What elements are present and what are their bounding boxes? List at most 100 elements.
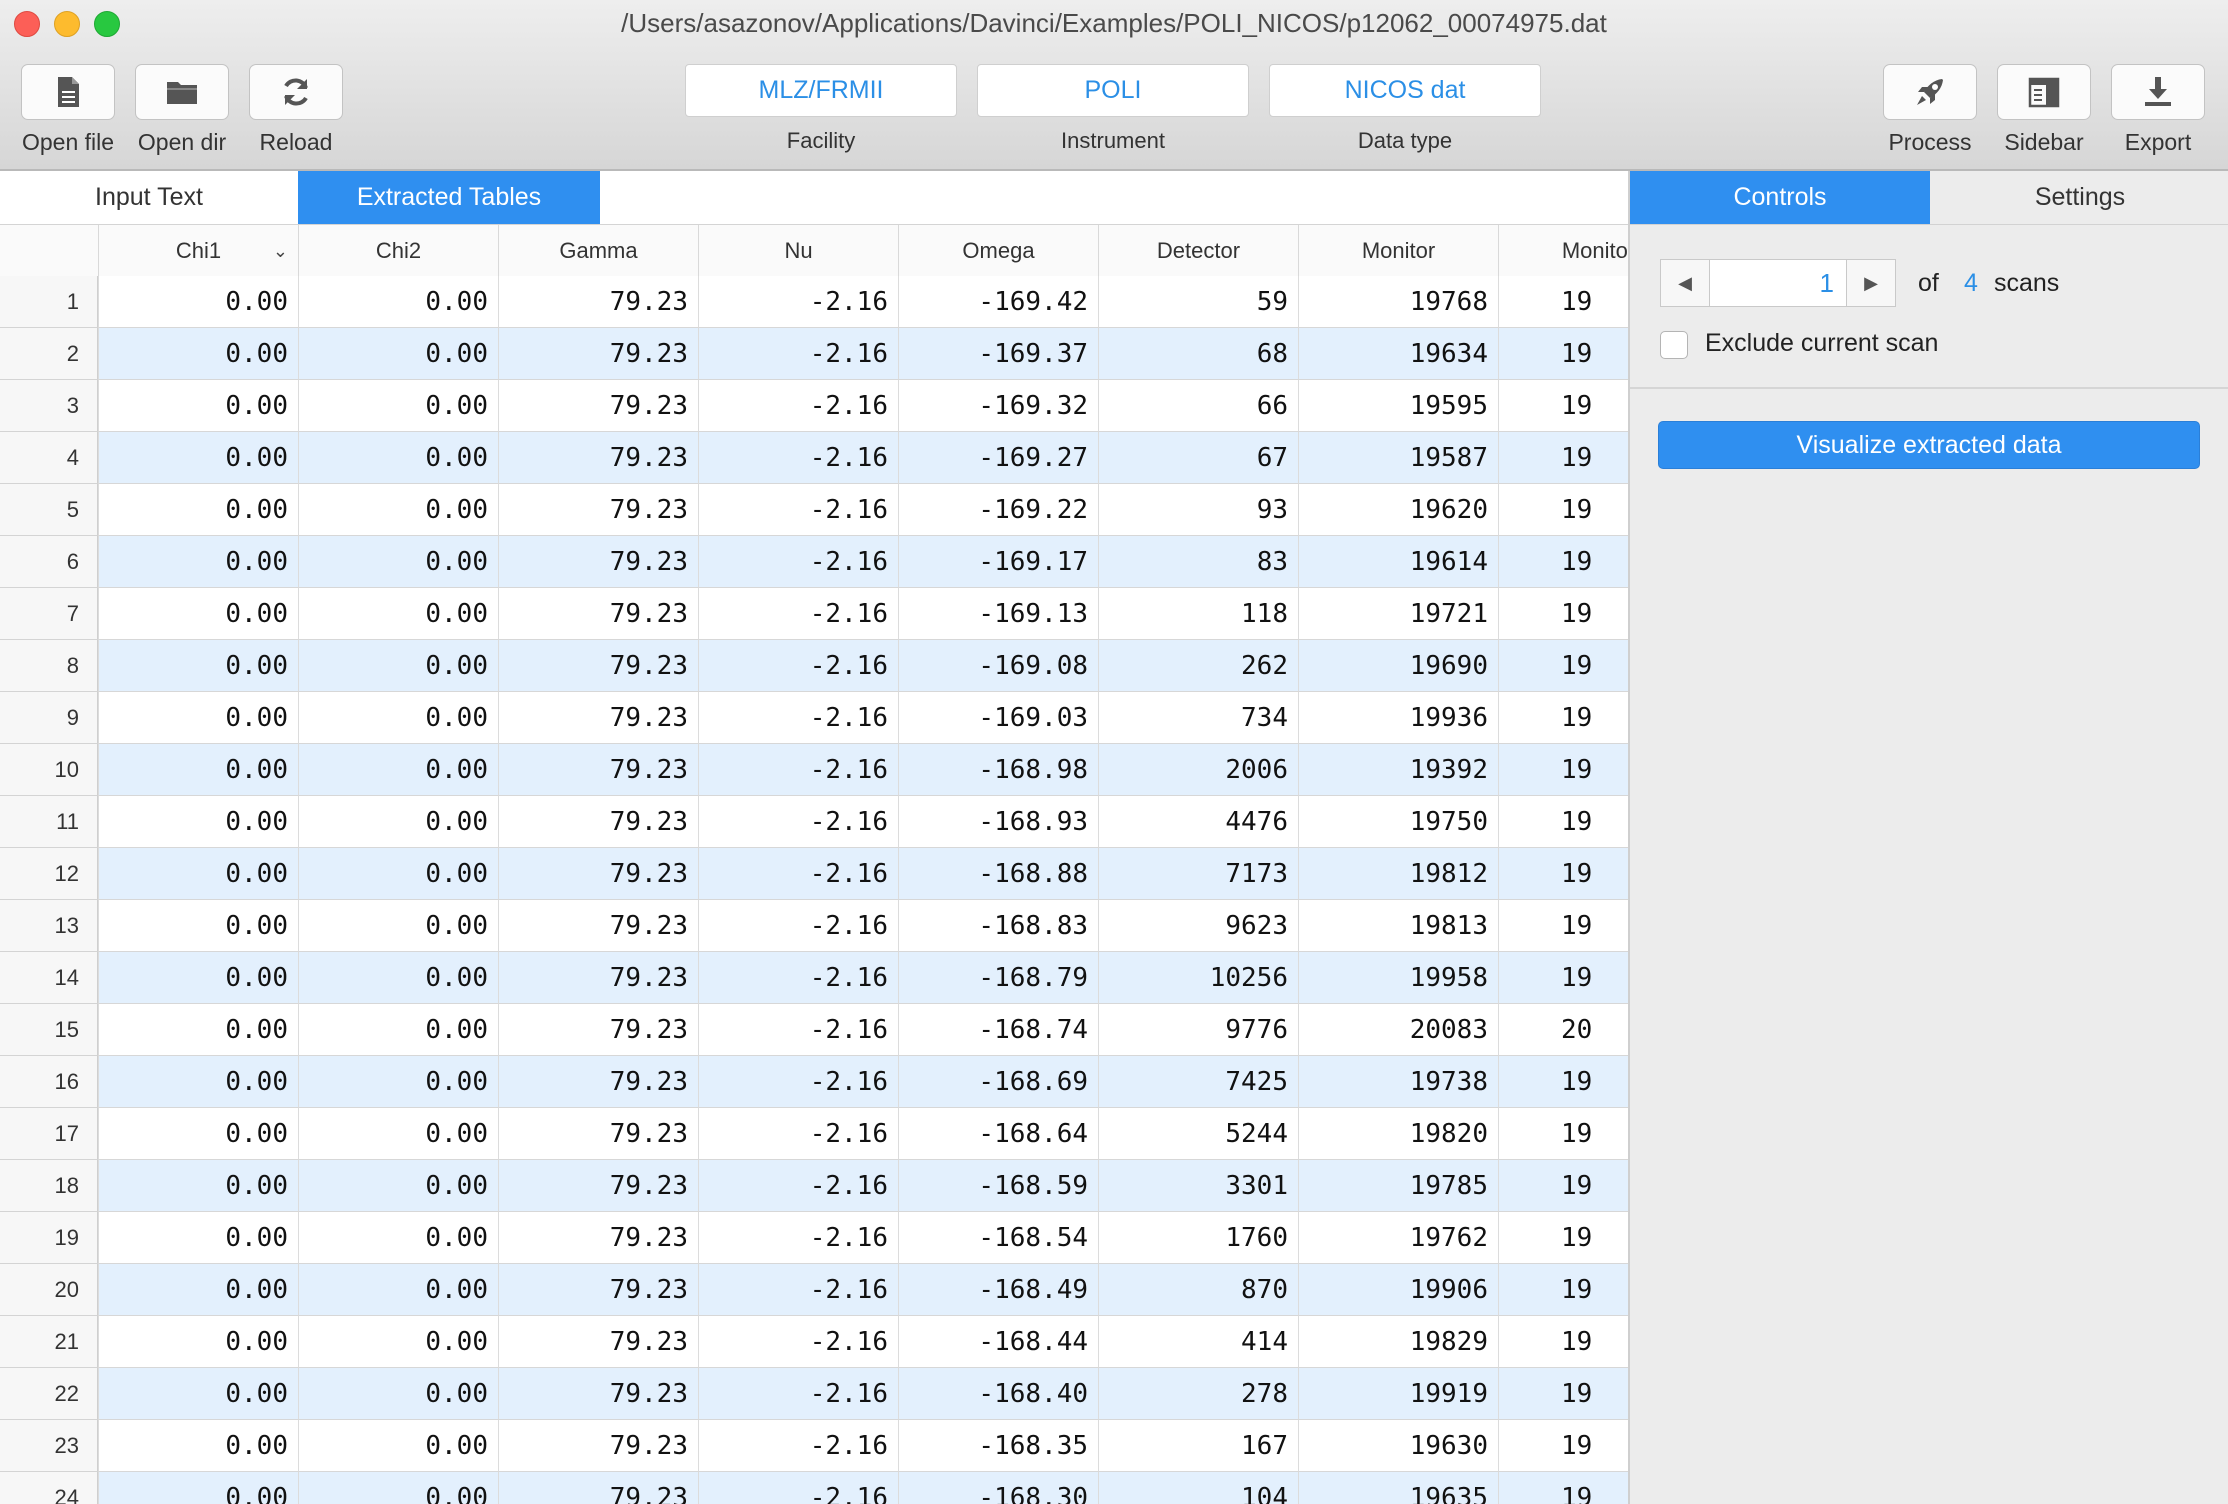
table-cell[interactable]: -168.49: [898, 1264, 1098, 1316]
table-cell[interactable]: 1760: [1098, 1212, 1298, 1264]
previous-scan-button[interactable]: ◀: [1660, 259, 1710, 307]
table-cell[interactable]: -169.08: [898, 640, 1098, 692]
table-row[interactable]: 24 0.00 0.00 79.23 -2.16 -168.30 104 19635 19: [0, 1472, 1628, 1504]
tab-input-text[interactable]: Input Text: [0, 171, 298, 224]
table-cell[interactable]: -2.16: [698, 744, 898, 796]
table-cell[interactable]: 19392: [1298, 744, 1498, 796]
table-cell[interactable]: 0.00: [298, 1264, 498, 1316]
datatype-button[interactable]: NICOS dat: [1269, 64, 1541, 117]
table-cell[interactable]: -2.16: [698, 1212, 898, 1264]
table-cell[interactable]: 19620: [1298, 484, 1498, 536]
table-row[interactable]: 14 0.00 0.00 79.23 -2.16 -168.79 10256 19958 19: [0, 952, 1628, 1004]
table-cell[interactable]: 104: [1098, 1472, 1298, 1504]
column-header[interactable]: Omega: [898, 225, 1098, 277]
table-cell[interactable]: -168.98: [898, 744, 1098, 796]
table-cell[interactable]: 2006: [1098, 744, 1298, 796]
table-cell[interactable]: -2.16: [698, 848, 898, 900]
table-cell[interactable]: -2.16: [698, 1420, 898, 1472]
process-button-face[interactable]: [1883, 64, 1977, 120]
table-cell[interactable]: 19690: [1298, 640, 1498, 692]
table-cell[interactable]: 0.00: [98, 536, 298, 588]
table-row[interactable]: 17 0.00 0.00 79.23 -2.16 -168.64 5244 19820 19: [0, 1108, 1628, 1160]
table-cell[interactable]: -2.16: [698, 1004, 898, 1056]
table-cell[interactable]: 0.00: [298, 1316, 498, 1368]
table-cell[interactable]: 20: [1498, 1004, 1628, 1056]
table-cell[interactable]: 19785: [1298, 1160, 1498, 1212]
table-cell[interactable]: -2.16: [698, 796, 898, 848]
table-cell[interactable]: 0.00: [298, 588, 498, 640]
table-cell[interactable]: -168.35: [898, 1420, 1098, 1472]
table-cell[interactable]: 79.23: [498, 1108, 698, 1160]
table-cell[interactable]: -2.16: [698, 952, 898, 1004]
sidebar-button[interactable]: Sidebar: [1996, 64, 2092, 156]
table-row[interactable]: 13 0.00 0.00 79.23 -2.16 -168.83 9623 19813 19: [0, 900, 1628, 952]
table-cell[interactable]: 0.00: [98, 484, 298, 536]
process-button[interactable]: Process: [1882, 64, 1978, 156]
table-cell[interactable]: 19634: [1298, 328, 1498, 380]
table-cell[interactable]: 19738: [1298, 1056, 1498, 1108]
tab-extracted-tables[interactable]: Extracted Tables: [298, 171, 600, 224]
table-cell[interactable]: -2.16: [698, 484, 898, 536]
table-cell[interactable]: 0.00: [298, 1472, 498, 1504]
table-row[interactable]: 22 0.00 0.00 79.23 -2.16 -168.40 278 19919 19: [0, 1368, 1628, 1420]
table-cell[interactable]: 870: [1098, 1264, 1298, 1316]
table-cell[interactable]: 19: [1498, 432, 1628, 484]
table-row[interactable]: 4 0.00 0.00 79.23 -2.16 -169.27 67 19587 19: [0, 432, 1628, 484]
table-row[interactable]: 5 0.00 0.00 79.23 -2.16 -169.22 93 19620 19: [0, 484, 1628, 536]
open-file-button[interactable]: Open file: [20, 64, 116, 156]
table-cell[interactable]: 9623: [1098, 900, 1298, 952]
table-cell[interactable]: 0.00: [298, 328, 498, 380]
table-cell[interactable]: 79.23: [498, 1420, 698, 1472]
reload-button[interactable]: Reload: [248, 64, 344, 156]
reload-button-face[interactable]: [249, 64, 343, 120]
table-cell[interactable]: 0.00: [298, 1420, 498, 1472]
table-cell[interactable]: 0.00: [98, 1264, 298, 1316]
table-row[interactable]: 11 0.00 0.00 79.23 -2.16 -168.93 4476 19750 19: [0, 796, 1628, 848]
table-cell[interactable]: -2.16: [698, 1160, 898, 1212]
visualize-button[interactable]: Visualize extracted data: [1658, 421, 2200, 469]
column-header[interactable]: Monitor: [1298, 225, 1498, 277]
table-cell[interactable]: 79.23: [498, 952, 698, 1004]
table-cell[interactable]: 19: [1498, 640, 1628, 692]
table-cell[interactable]: 7173: [1098, 848, 1298, 900]
table-cell[interactable]: -2.16: [698, 328, 898, 380]
export-button-face[interactable]: [2111, 64, 2205, 120]
table-cell[interactable]: 0.00: [298, 848, 498, 900]
table-cell[interactable]: -168.64: [898, 1108, 1098, 1160]
table-cell[interactable]: 19: [1498, 276, 1628, 328]
table-cell[interactable]: -169.03: [898, 692, 1098, 744]
table-cell[interactable]: 19813: [1298, 900, 1498, 952]
table-cell[interactable]: 19614: [1298, 536, 1498, 588]
table-row[interactable]: 15 0.00 0.00 79.23 -2.16 -168.74 9776 20083 20: [0, 1004, 1628, 1056]
table-row[interactable]: 10 0.00 0.00 79.23 -2.16 -168.98 2006 19392 19: [0, 744, 1628, 796]
table-cell[interactable]: 79.23: [498, 1160, 698, 1212]
table-cell[interactable]: -2.16: [698, 640, 898, 692]
table-cell[interactable]: 0.00: [98, 640, 298, 692]
table-cell[interactable]: -168.54: [898, 1212, 1098, 1264]
table-cell[interactable]: 19: [1498, 1212, 1628, 1264]
table-cell[interactable]: -2.16: [698, 692, 898, 744]
table-cell[interactable]: 19: [1498, 848, 1628, 900]
table-cell[interactable]: 79.23: [498, 1212, 698, 1264]
table-cell[interactable]: 79.23: [498, 484, 698, 536]
table-cell[interactable]: 19587: [1298, 432, 1498, 484]
table-cell[interactable]: 79.23: [498, 536, 698, 588]
table-cell[interactable]: -169.22: [898, 484, 1098, 536]
table-cell[interactable]: 59: [1098, 276, 1298, 328]
table-row[interactable]: 23 0.00 0.00 79.23 -2.16 -168.35 167 19630 19: [0, 1420, 1628, 1472]
table-cell[interactable]: -169.17: [898, 536, 1098, 588]
table-cell[interactable]: 19630: [1298, 1420, 1498, 1472]
extracted-table[interactable]: Chi1 ⌄ Chi2 Gamma Nu Omega Detector Monitor Moni…: [0, 224, 1628, 1504]
table-cell[interactable]: -169.32: [898, 380, 1098, 432]
table-cell[interactable]: 0.00: [298, 1160, 498, 1212]
table-row[interactable]: 12 0.00 0.00 79.23 -2.16 -168.88 7173 19812 19: [0, 848, 1628, 900]
sidebar-button-face[interactable]: [1997, 64, 2091, 120]
table-cell[interactable]: 19: [1498, 380, 1628, 432]
table-cell[interactable]: 3301: [1098, 1160, 1298, 1212]
table-cell[interactable]: 19: [1498, 1056, 1628, 1108]
table-cell[interactable]: -168.79: [898, 952, 1098, 1004]
table-cell[interactable]: 0.00: [98, 1056, 298, 1108]
table-cell[interactable]: 19: [1498, 952, 1628, 1004]
table-cell[interactable]: 19: [1498, 900, 1628, 952]
table-cell[interactable]: 79.23: [498, 796, 698, 848]
